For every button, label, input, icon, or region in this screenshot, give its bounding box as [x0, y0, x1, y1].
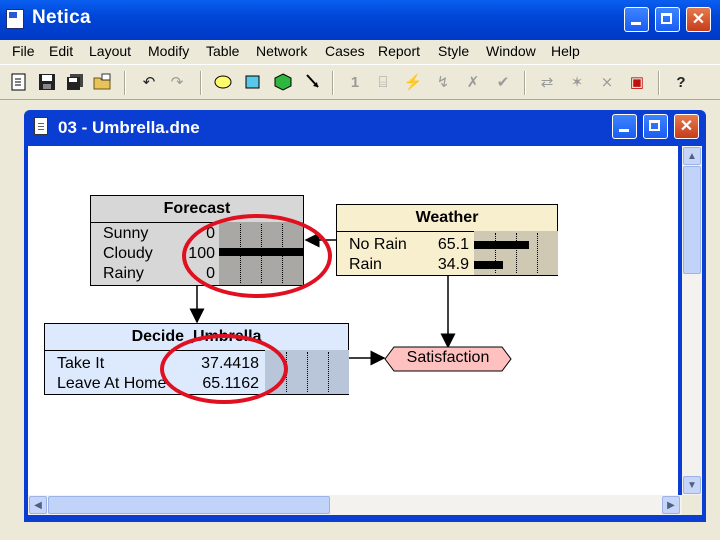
decision-option-label: Take It — [57, 355, 105, 372]
weather-node[interactable]: Weather No Rain Rain 65.1 34.9 — [336, 204, 558, 276]
forecast-state-label: Cloudy — [103, 245, 153, 262]
weather-state-label: Rain — [349, 256, 382, 273]
satisfaction-node-title: Satisfaction — [406, 349, 490, 366]
weather-belief-bars — [474, 231, 558, 275]
highlight-circle — [160, 334, 288, 404]
weather-state-value: 34.9 — [437, 256, 469, 273]
weather-node-title: Weather — [337, 205, 557, 232]
forecast-state-label: Rainy — [103, 265, 144, 282]
gridline — [516, 233, 517, 273]
weather-state-label: No Rain — [349, 236, 407, 253]
weather-state-value: 65.1 — [437, 236, 469, 253]
belief-bar — [474, 261, 503, 269]
gridline — [328, 352, 329, 392]
forecast-state-label: Sunny — [103, 225, 149, 242]
gridline — [307, 352, 308, 392]
decision-option-label: Leave At Home — [57, 375, 167, 392]
highlight-circle — [182, 214, 332, 298]
satisfaction-node[interactable]: Satisfaction — [384, 346, 512, 372]
belief-bar — [474, 241, 529, 249]
gridline — [537, 233, 538, 273]
